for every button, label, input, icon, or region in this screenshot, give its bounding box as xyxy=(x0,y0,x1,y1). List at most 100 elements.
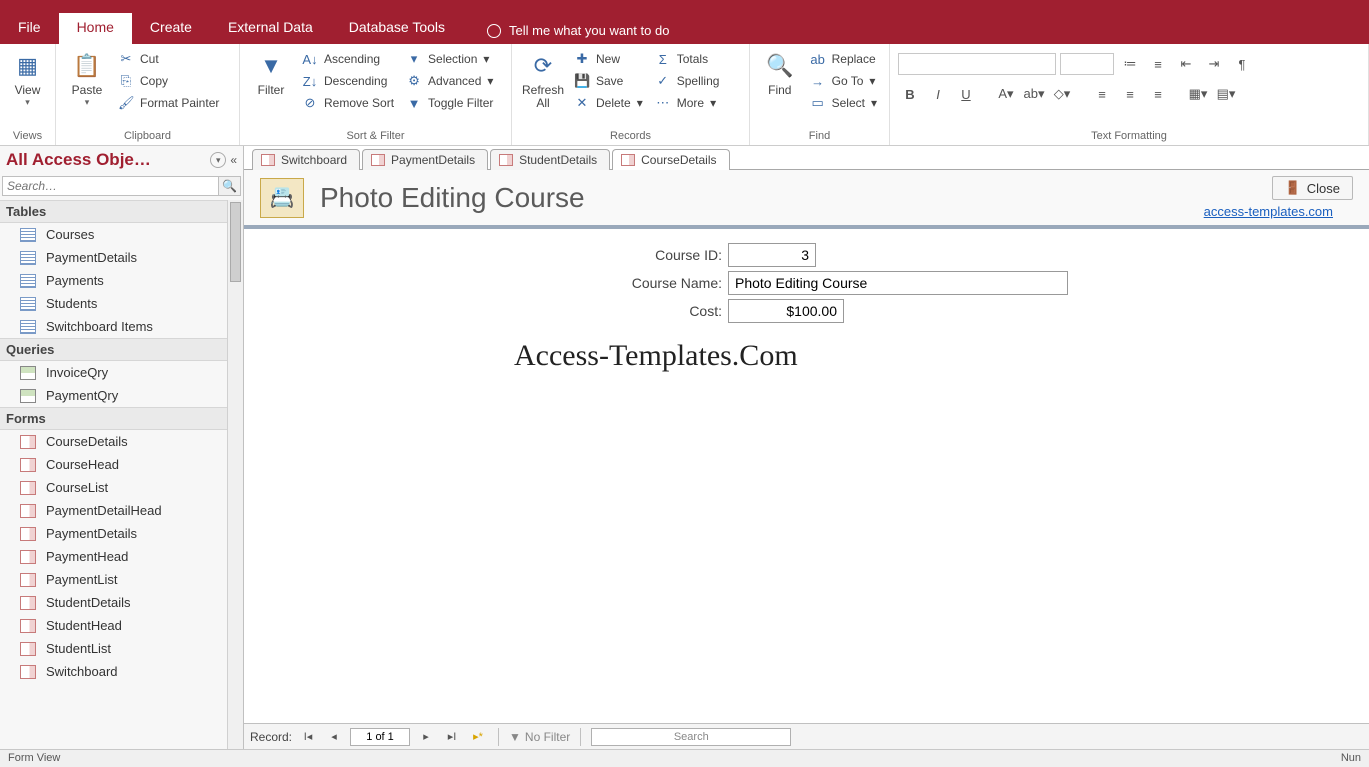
nav-item-studenthead[interactable]: StudentHead xyxy=(0,614,243,637)
fill-color-button[interactable]: ◇▾ xyxy=(1050,82,1074,106)
tab-database-tools[interactable]: Database Tools xyxy=(331,13,463,44)
nav-cat-forms[interactable]: Forms⌃ xyxy=(0,407,243,430)
last-record-button[interactable]: ▸I xyxy=(442,728,462,746)
numbering-button[interactable]: ≡ xyxy=(1146,52,1170,76)
first-record-button[interactable]: I◂ xyxy=(298,728,318,746)
nav-item-paymentdetails[interactable]: PaymentDetails xyxy=(0,246,243,269)
nav-search-button[interactable]: 🔍 xyxy=(219,176,241,196)
selection-icon: ▾ xyxy=(406,51,422,67)
select-button[interactable]: ▭Select ▾ xyxy=(806,92,881,114)
nav-item-paymentdetails[interactable]: PaymentDetails xyxy=(0,522,243,545)
indent-decrease-button[interactable]: ⇤ xyxy=(1174,52,1198,76)
underline-button[interactable]: U xyxy=(954,82,978,106)
highlight-button[interactable]: ab▾ xyxy=(1022,82,1046,106)
doc-tab-switchboard[interactable]: Switchboard xyxy=(252,149,360,170)
remove-sort-button[interactable]: ⊘Remove Sort xyxy=(298,92,398,114)
ascending-button[interactable]: A↓Ascending xyxy=(298,48,398,70)
nav-item-studentdetails[interactable]: StudentDetails xyxy=(0,591,243,614)
align-center-button[interactable]: ≡ xyxy=(1118,82,1142,106)
save-button[interactable]: 💾Save xyxy=(570,70,647,92)
align-left-button[interactable]: ≡ xyxy=(1090,82,1114,106)
nav-item-payments[interactable]: Payments xyxy=(0,269,243,292)
view-button[interactable]: ▦ View ▾ xyxy=(8,48,47,108)
nav-collapse-button[interactable]: « xyxy=(230,153,237,167)
alt-row-color-button[interactable]: ▤▾ xyxy=(1214,82,1238,106)
text-direction-button[interactable]: ¶ xyxy=(1230,52,1254,76)
funnel-icon: ▼ xyxy=(248,50,294,82)
table-icon xyxy=(20,251,36,265)
descending-button[interactable]: Z↓Descending xyxy=(298,70,398,92)
nav-item-paymenthead[interactable]: PaymentHead xyxy=(0,545,243,568)
doc-tab-paymentdetails[interactable]: PaymentDetails xyxy=(362,149,488,170)
new-label: New xyxy=(596,52,620,66)
course-id-field[interactable] xyxy=(728,243,816,267)
refresh-all-button[interactable]: ⟳ Refresh All xyxy=(520,48,566,110)
nav-scrollbar[interactable] xyxy=(227,200,243,749)
doc-tab-coursedetails[interactable]: CourseDetails xyxy=(612,149,729,170)
nav-cat-queries[interactable]: Queries⌃ xyxy=(0,338,243,361)
more-button[interactable]: ⋯More ▾ xyxy=(651,92,724,114)
nav-item-switchboard[interactable]: Switchboard xyxy=(0,660,243,683)
nav-item-paymentqry[interactable]: PaymentQry xyxy=(0,384,243,407)
replace-button[interactable]: abReplace xyxy=(806,48,881,70)
nav-item-studentlist[interactable]: StudentList xyxy=(0,637,243,660)
font-color-button[interactable]: A▾ xyxy=(994,82,1018,106)
italic-button[interactable]: I xyxy=(926,82,950,106)
nav-item-switchboard items[interactable]: Switchboard Items xyxy=(0,315,243,338)
filter-indicator[interactable]: ▼No Filter xyxy=(509,730,570,744)
record-position-field[interactable] xyxy=(350,728,410,746)
cost-field[interactable] xyxy=(728,299,844,323)
status-left: Form View xyxy=(8,752,60,765)
new-button[interactable]: ✚New xyxy=(570,48,647,70)
scrollbar-thumb[interactable] xyxy=(230,202,241,282)
find-button[interactable]: 🔍 Find xyxy=(758,48,802,97)
toggle-filter-button[interactable]: ▼Toggle Filter xyxy=(402,92,497,114)
advanced-button[interactable]: ⚙Advanced ▾ xyxy=(402,70,497,92)
nav-cat-queries-label: Queries xyxy=(6,342,54,357)
tab-create[interactable]: Create xyxy=(132,13,210,44)
nav-item-students[interactable]: Students xyxy=(0,292,243,315)
totals-button[interactable]: ΣTotals xyxy=(651,48,724,70)
bold-button[interactable]: B xyxy=(898,82,922,106)
bullets-button[interactable]: ≔ xyxy=(1118,52,1142,76)
website-link[interactable]: access-templates.com xyxy=(1204,204,1333,219)
tab-file[interactable]: File xyxy=(0,13,59,44)
nav-search-input[interactable] xyxy=(2,176,219,196)
nav-item-courses[interactable]: Courses xyxy=(0,223,243,246)
nav-item-invoiceqry[interactable]: InvoiceQry xyxy=(0,361,243,384)
delete-button[interactable]: ✕Delete ▾ xyxy=(570,92,647,114)
goto-button[interactable]: →Go To ▾ xyxy=(806,70,881,92)
course-name-field[interactable] xyxy=(728,271,1068,295)
font-family-combo[interactable] xyxy=(898,53,1056,75)
format-painter-button[interactable]: 🖌Format Painter xyxy=(114,92,223,114)
nav-item-paymentlist[interactable]: PaymentList xyxy=(0,568,243,591)
tell-me[interactable]: Tell me what you want to do xyxy=(487,13,669,44)
tab-home[interactable]: Home xyxy=(59,13,132,44)
next-record-button[interactable]: ▸ xyxy=(416,728,436,746)
new-record-button[interactable]: ▸* xyxy=(468,728,488,746)
nav-item-label: Courses xyxy=(46,227,94,242)
prev-record-button[interactable]: ◂ xyxy=(324,728,344,746)
align-right-button[interactable]: ≡ xyxy=(1146,82,1170,106)
nav-title[interactable]: All Access Obje… xyxy=(6,150,210,170)
nav-cat-tables[interactable]: Tables⌃ xyxy=(0,200,243,223)
copy-button[interactable]: ⎘Copy xyxy=(114,70,223,92)
paste-button[interactable]: 📋 Paste ▾ xyxy=(64,48,110,108)
nav-item-paymentdetailhead[interactable]: PaymentDetailHead xyxy=(0,499,243,522)
nav-dropdown-icon[interactable]: ▾ xyxy=(210,152,226,168)
record-search-input[interactable] xyxy=(591,728,791,746)
nav-item-courselist[interactable]: CourseList xyxy=(0,476,243,499)
nav-item-coursedetails[interactable]: CourseDetails xyxy=(0,430,243,453)
gridlines-button[interactable]: ▦▾ xyxy=(1186,82,1210,106)
close-button[interactable]: 🚪Close xyxy=(1272,176,1353,200)
selection-button[interactable]: ▾Selection ▾ xyxy=(402,48,497,70)
nav-item-coursehead[interactable]: CourseHead xyxy=(0,453,243,476)
font-size-combo[interactable] xyxy=(1060,53,1114,75)
indent-increase-button[interactable]: ⇥ xyxy=(1202,52,1226,76)
doc-tab-studentdetails[interactable]: StudentDetails xyxy=(490,149,610,170)
spelling-button[interactable]: ✓Spelling xyxy=(651,70,724,92)
cut-button[interactable]: ✂Cut xyxy=(114,48,223,70)
close-label: Close xyxy=(1307,181,1340,196)
tab-external-data[interactable]: External Data xyxy=(210,13,331,44)
filter-button[interactable]: ▼ Filter xyxy=(248,48,294,97)
